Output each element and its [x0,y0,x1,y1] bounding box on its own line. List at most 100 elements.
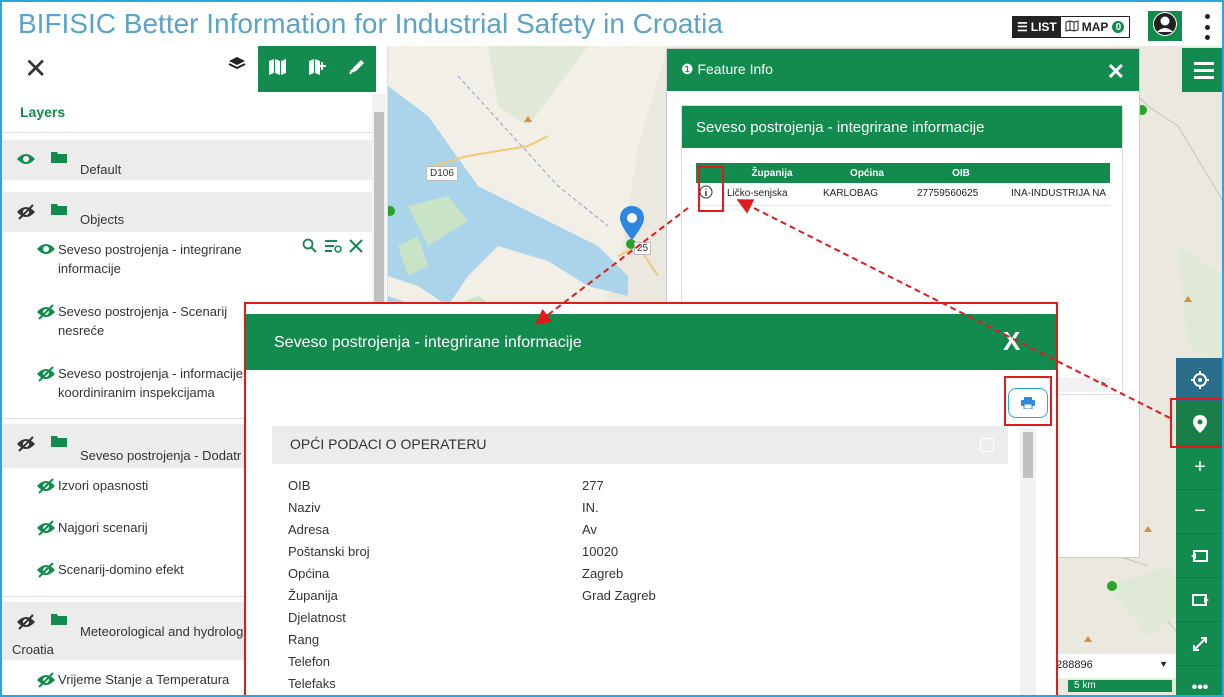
locate-me-button[interactable] [1176,358,1222,402]
eye-slash-icon[interactable] [16,614,36,635]
feature-info-title: Feature Info [697,61,773,77]
map-add-icon[interactable] [308,58,328,81]
map-view-button[interactable]: MAP 0 [1060,17,1130,37]
map-menu-button[interactable] [1182,48,1222,92]
list-icon: ☰ [1017,20,1028,34]
table-header: OIB [914,163,1008,183]
eye-slash-icon[interactable] [36,366,56,387]
scroll-right-icon[interactable]: ▸ [1101,378,1106,389]
detail-value: IN. [582,500,599,515]
detail-row: OIB 277 [288,478,968,500]
scale-bar: 5 km [1068,680,1172,692]
layer-label: Najgori scenarij [58,520,148,535]
layer-item-najgori-scenarij[interactable]: Najgori scenarij [36,518,276,537]
close-icon[interactable]: ✕ [24,55,47,83]
layer-group-objects[interactable]: Objects [2,192,372,232]
detail-row: Županija Grad Zagreb [288,588,968,610]
close-icon[interactable]: ✕ [1107,59,1125,85]
more-options-button[interactable] [1202,14,1212,40]
scrollbar-thumb[interactable] [1023,432,1033,478]
map-catalog-icon[interactable] [268,58,288,81]
next-extent-button[interactable] [1176,578,1222,622]
layer-item-vrijeme[interactable]: Vrijeme Stanje a Temperatura [36,670,276,689]
detail-row: Rang [288,632,968,654]
eye-slash-icon[interactable] [36,304,56,325]
layer-item-domino-efekt[interactable]: Scenarij-domino efekt [36,560,276,579]
layer-label: Scenarij-domino efekt [58,562,184,577]
detail-key: Adresa [288,522,330,537]
detail-row: Adresa Av [288,522,968,544]
layer-label: Izvori opasnosti [58,478,149,493]
previous-extent-icon [1191,549,1208,562]
next-extent-icon [1192,593,1209,606]
detail-row: Djelatnost [288,610,968,632]
view-toggle: ☰ LIST MAP 0 [1012,16,1131,38]
layer-label: Vrijeme Stanje a Temperatura [58,672,230,687]
ellipsis-icon: ••• [1191,678,1209,696]
feature-detail-popup: Seveso postrojenja - integrirane informa… [244,302,1058,695]
detail-row: Općina Zagreb [288,566,968,588]
eye-slash-icon[interactable] [36,672,56,693]
detail-key: Županija [288,588,338,603]
folder-icon [50,612,68,631]
table-row[interactable]: Ličko-senjska KARLOBAG 27759560625 INA-I… [696,183,1110,206]
list-label: LIST [1030,20,1057,34]
layers-icon[interactable] [228,56,246,77]
layer-label: Seveso postrojenja - integrirane informa… [58,242,242,276]
detail-key: Naziv [288,500,321,515]
layer-item-scenarij-nesrece[interactable]: Seveso postrojenja - Scenarij nesreće [36,302,276,340]
road-label-d106: D106 [426,166,458,181]
zoom-in-button[interactable]: + [1176,446,1222,490]
popup-close-button[interactable]: X [1003,326,1020,357]
layer-item-integrirane[interactable]: Seveso postrojenja - integrirane informa… [36,240,276,278]
layer-filter-icon[interactable] [324,238,342,259]
cell-oib: 27759560625 [914,183,1008,206]
eye-slash-icon[interactable] [36,520,56,541]
collapse-icon[interactable] [980,438,994,452]
detail-value: Grad Zagreb [582,588,656,603]
eye-icon[interactable] [16,152,36,171]
group-label: Default [80,162,122,177]
layer-group-default[interactable]: Default [2,140,372,180]
layers-heading: Layers [20,104,66,120]
detail-value: 10020 [582,544,619,559]
eye-slash-icon[interactable] [16,436,36,457]
panel-toolbar: ✕ [2,46,388,92]
scale-select[interactable]: 288896 ▼ [1050,654,1176,678]
section-title: OPĆI PODACI O OPERATERU [290,436,487,452]
popup-scrollbar[interactable] [1020,428,1036,695]
layer-tools [302,238,364,259]
table-header: Županija [724,163,820,183]
feature-table: Županija Općina OIB Ličko-senjska KARLOB… [696,163,1110,206]
cell-naziv: INA-INDUSTRIJA NA [1008,183,1110,206]
eye-icon[interactable] [36,242,56,261]
eye-slash-icon[interactable] [36,562,56,583]
previous-extent-button[interactable] [1176,534,1222,578]
draw-icon[interactable] [348,58,366,81]
folder-icon [50,434,68,453]
zoom-out-button[interactable]: − [1176,490,1222,534]
feature-info-header: ❶ Feature Info ✕ [667,49,1139,91]
eye-slash-icon[interactable] [16,204,36,225]
detail-row: Telefon [288,654,968,676]
user-account-button[interactable] [1148,11,1182,41]
eye-slash-icon[interactable] [36,478,56,499]
detail-value: Av [582,522,597,537]
layer-item-izvori-opasnosti[interactable]: Izvori opasnosti [36,476,276,495]
layer-item-inspekcije[interactable]: Seveso postrojenja - informacije koordin… [36,364,276,402]
user-icon [1152,11,1178,42]
full-screen-button[interactable] [1176,622,1222,666]
list-view-button[interactable]: ☰ LIST [1013,17,1061,37]
popup-title: Seveso postrojenja - integrirane informa… [274,334,582,351]
remove-layer-icon[interactable] [348,238,364,259]
detail-key: Rang [288,632,320,647]
more-tools-button[interactable]: ••• [1176,666,1222,696]
highlight-row-info [698,166,724,212]
highlight-print-button [1004,376,1052,426]
zoom-to-layer-icon[interactable] [302,238,318,259]
top-bar: BIFISIC Better Information for Industria… [2,2,1222,46]
section-header[interactable]: OPĆI PODACI O OPERATERU [272,426,1008,464]
layer-label: Seveso postrojenja - informacije koordin… [58,366,243,400]
app-title: BIFISIC Better Information for Industria… [18,8,723,39]
detail-row: Naziv IN. [288,500,968,522]
